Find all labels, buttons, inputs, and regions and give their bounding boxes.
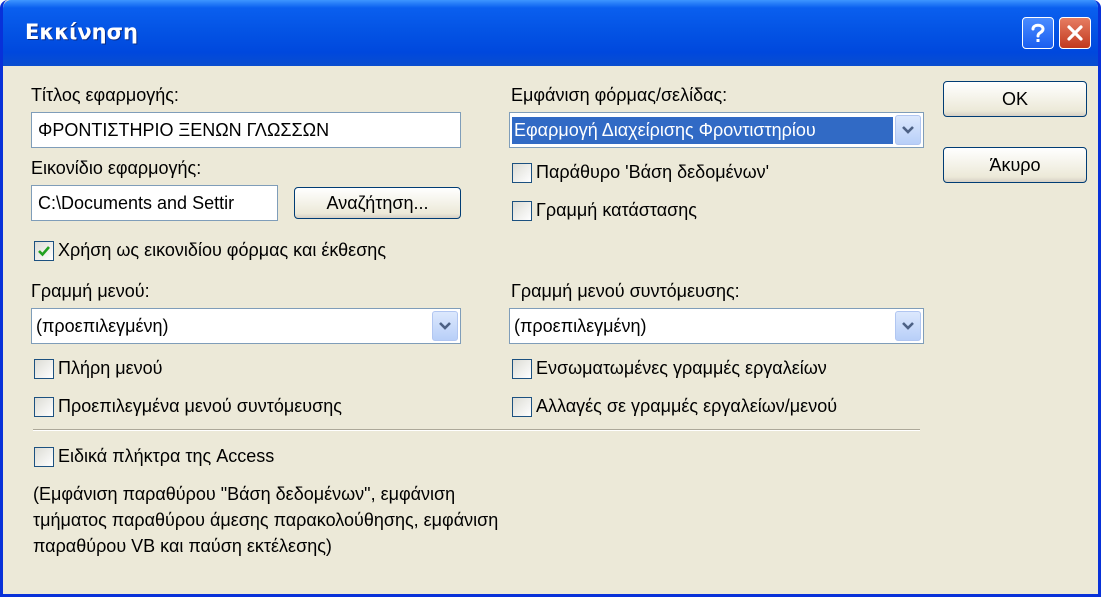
browse-button[interactable]: Αναζήτηση... — [294, 187, 461, 219]
full-menus-checkbox[interactable] — [34, 359, 54, 379]
status-bar-checkbox[interactable] — [512, 201, 532, 221]
database-window-label: Παράθυρο 'Βάση δεδομένων' — [536, 162, 770, 182]
toolbar-changes-label: Αλλαγές σε γραμμές εργαλείων/μενού — [536, 396, 838, 416]
app-title-label: Τίτλος εφαρμογής: — [31, 85, 179, 105]
builtin-toolbars-label: Ενσωματωμένες γραμμές εργαλείων — [536, 358, 827, 378]
startup-dialog: Εκκίνηση Τίτλος εφαρμογής: ΦΡΟΝΤΙΣΤΗΡΙΟ … — [0, 0, 1101, 597]
full-menus-label: Πλήρη μενού — [58, 358, 163, 378]
close-button[interactable] — [1059, 17, 1091, 49]
menu-bar-label: Γραμμή μενού: — [31, 281, 150, 301]
toolbar-changes-checkbox[interactable] — [512, 397, 532, 417]
separator — [33, 429, 920, 431]
app-icon-input[interactable]: C:\Documents and Settir — [31, 185, 278, 221]
display-form-label: Εμφάνιση φόρμας/σελίδας: — [511, 85, 728, 105]
close-x-icon — [1067, 25, 1083, 41]
dialog-title: Εκκίνηση — [25, 20, 138, 44]
dropdown-arrow-button[interactable] — [432, 311, 458, 341]
status-bar-label: Γραμμή κατάστασης — [536, 200, 697, 220]
title-bar[interactable]: Εκκίνηση — [3, 0, 1098, 66]
default-shortcut-menus-label: Προεπιλεγμένα μενού συντόμευσης — [58, 396, 342, 416]
dropdown-arrow-button[interactable] — [895, 311, 921, 341]
use-as-icon-checkbox[interactable] — [34, 241, 54, 261]
menu-bar-combo[interactable]: (προεπιλεγμένη) — [31, 308, 461, 344]
cancel-button[interactable]: Άκυρο — [943, 147, 1087, 183]
dropdown-arrow-button[interactable] — [895, 115, 921, 145]
database-window-checkbox[interactable] — [512, 163, 532, 183]
default-shortcut-menus-checkbox[interactable] — [34, 397, 54, 417]
display-form-value: Εφαρμογή Διαχείρισης Φροντιστηρίου — [512, 116, 893, 144]
app-icon-label: Εικονίδιο εφαρμογής: — [31, 158, 202, 178]
special-keys-note: (Εμφάνιση παραθύρου "Βάση δεδομένων", εμ… — [33, 484, 499, 556]
help-button[interactable] — [1022, 17, 1054, 49]
display-form-combo[interactable]: Εφαρμογή Διαχείρισης Φροντιστηρίου — [509, 112, 924, 148]
chevron-down-icon — [902, 126, 914, 134]
special-keys-label: Ειδικά πλήκτρα της Access — [58, 446, 275, 466]
chevron-down-icon — [439, 322, 451, 330]
checkmark-icon — [38, 246, 50, 257]
menu-bar-value: (προεπιλεγμένη) — [36, 315, 169, 336]
question-mark-icon — [1031, 23, 1045, 42]
app-title-input[interactable]: ΦΡΟΝΤΙΣΤΗΡΙΟ ΞΕΝΩΝ ΓΛΩΣΣΩΝ — [31, 112, 461, 148]
shortcut-menu-bar-label: Γραμμή μενού συντόμευσης: — [511, 281, 740, 301]
builtin-toolbars-checkbox[interactable] — [512, 359, 532, 379]
dialog-body: Τίτλος εφαρμογής: ΦΡΟΝΤΙΣΤΗΡΙΟ ΞΕΝΩΝ ΓΛΩ… — [6, 66, 1098, 594]
use-as-icon-label: Χρήση ως εικονιδίου φόρμας και έκθεσης — [58, 240, 386, 260]
shortcut-menu-bar-combo[interactable]: (προεπιλεγμένη) — [509, 308, 924, 344]
chevron-down-icon — [902, 322, 914, 330]
shortcut-menu-bar-value: (προεπιλεγμένη) — [514, 315, 647, 336]
ok-button[interactable]: OK — [943, 81, 1087, 117]
special-keys-checkbox[interactable] — [34, 447, 54, 467]
